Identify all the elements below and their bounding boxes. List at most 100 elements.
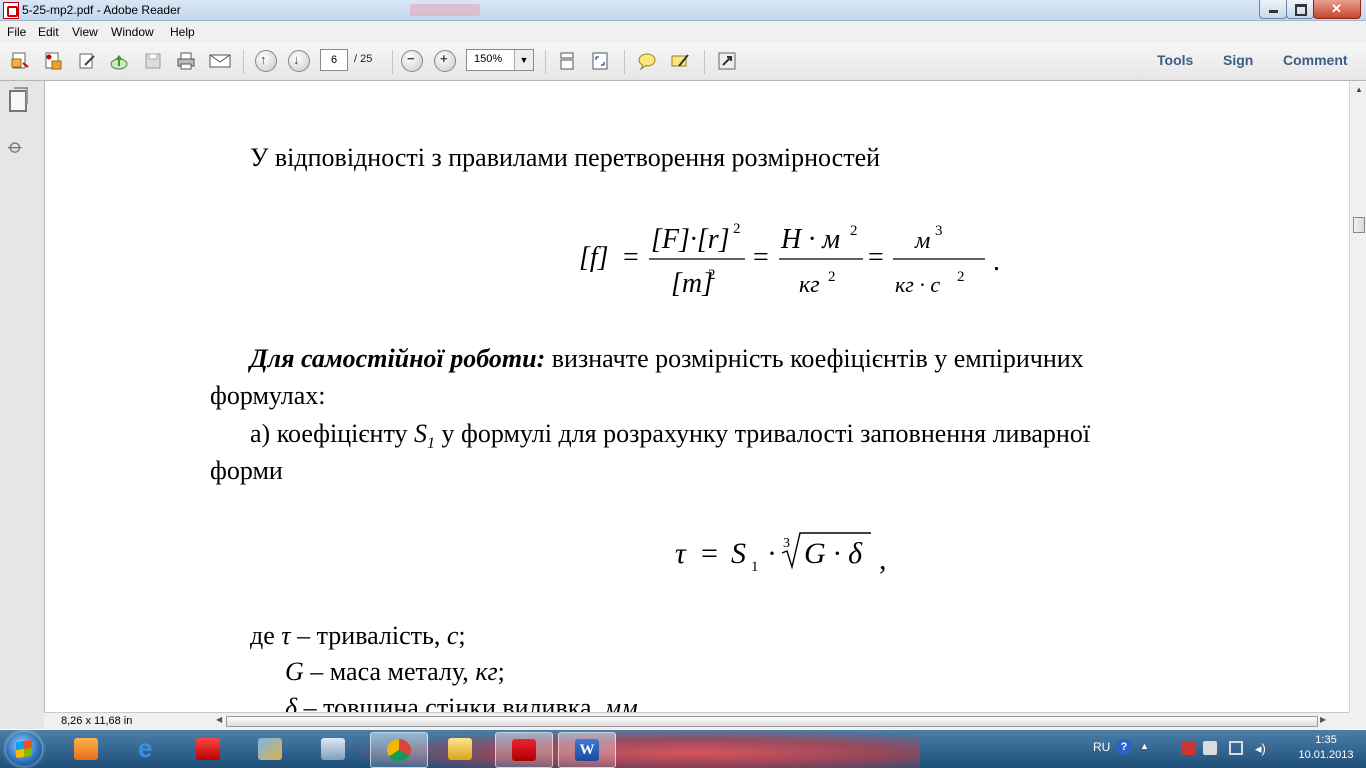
show-hidden-icons-icon[interactable]: ▲ [1140,741,1154,755]
folder-icon [448,738,472,760]
svg-text:1: 1 [751,559,759,575]
sticky-note-icon[interactable] [637,51,657,71]
highlight-text-icon[interactable] [670,51,690,71]
text-line: формулах: [210,381,326,410]
chevron-down-icon[interactable]: ▼ [514,50,533,70]
vertical-scrollbar[interactable]: ▲ [1349,81,1366,712]
toolbar-separator [624,50,625,74]
formula-num1: [F]·[r] [651,224,730,255]
edit-document-icon[interactable] [77,51,97,71]
menu-edit[interactable]: Edit [38,25,59,39]
text-line: Для самостійної роботи: визначте розмірн… [250,344,1084,373]
minus-icon: − [407,51,415,66]
taskbar-chrome[interactable] [370,732,428,768]
page-thumbnails-icon[interactable] [9,87,28,112]
horizontal-scroll-thumb[interactable] [226,716,1318,727]
vertical-scroll-thumb[interactable] [1353,217,1365,233]
formula-den2: кг [799,272,820,298]
formula-den3: кг · с [895,272,940,297]
scroll-right-icon[interactable]: ▶ [1320,715,1326,724]
tools-pane-button[interactable]: Tools [1157,52,1193,68]
minimize-button[interactable] [1259,0,1287,19]
taskbar-word[interactable]: W [558,732,616,768]
clock[interactable]: 1:35 10.01.2013 [1296,733,1356,763]
page-number-input[interactable]: 6 [320,49,348,71]
zoom-in-button[interactable]: + [434,50,456,72]
taskbar-internet-explorer[interactable]: e [122,732,178,766]
taskbar-yandex-browser[interactable] [180,732,236,766]
svg-text:2: 2 [708,267,716,283]
svg-text:3: 3 [783,536,790,551]
menu-help[interactable]: Help [170,25,195,39]
combine-files-icon[interactable] [43,51,63,71]
svg-text:G · δ: G · δ [804,537,863,570]
formula-tau: τ = S 1 · 3 G · δ , [675,532,887,576]
navigation-pane: ⌀ [0,81,45,729]
expand-icon[interactable] [717,51,737,71]
internet-explorer-icon: e [138,733,153,763]
start-button[interactable] [6,732,42,766]
formula-num3: м [914,228,930,254]
paperclip-icon[interactable]: ⌀ [3,133,29,159]
sign-pane-button[interactable]: Sign [1223,52,1253,68]
svg-text:S: S [731,537,746,570]
toolbar-separator [392,50,393,74]
print-icon[interactable] [176,51,196,71]
taskbar-explorer[interactable] [432,732,488,766]
scrolling-mode-icon[interactable] [557,51,577,71]
formula-den1: [m] [671,268,713,299]
language-indicator[interactable]: RU [1093,740,1110,754]
adobe-pdf-icon [3,2,19,19]
next-page-button[interactable]: ↓ [288,50,310,72]
svg-text:2: 2 [850,223,858,239]
page-size-readout: 8,26 x 11,68 in [61,715,133,727]
formula-num2: Н · м [780,224,840,255]
clock-date: 10.01.2013 [1298,749,1354,761]
security-icon[interactable] [1182,741,1196,755]
horizontal-scrollbar[interactable]: ◀ ▶ [214,714,1326,727]
previous-page-button[interactable]: ↑ [255,50,277,72]
fit-page-icon[interactable] [590,51,610,71]
zoom-value: 150% [474,53,503,65]
title-bar-glow [410,4,480,16]
svg-text:,: , [879,543,887,576]
scanner-icon [321,738,345,760]
svg-text:=: = [753,242,769,273]
maximize-icon [1295,4,1307,16]
upload-cloud-icon[interactable] [109,51,129,71]
svg-text:=: = [623,242,639,273]
clock-time: 1:35 [1315,734,1337,746]
close-button[interactable]: ✕ [1313,0,1361,19]
volume-icon[interactable]: ◂) [1255,741,1269,756]
scroll-left-icon[interactable]: ◀ [216,715,222,724]
svg-text:τ: τ [675,537,687,570]
menu-view[interactable]: View [72,25,98,39]
arrow-up-icon: ↑ [260,52,267,67]
menu-window[interactable]: Window [111,25,154,39]
help-icon[interactable]: ? [1116,739,1132,755]
document-page: У відповідності з правилами перетворення… [45,81,1349,712]
create-pdf-icon[interactable] [10,51,30,71]
text-line: а) коефіцієнту S1 у формулі для розрахун… [250,419,1091,453]
text-line: У відповідності з правилами перетворення… [250,143,881,172]
word-icon: W [575,739,599,761]
scroll-up-icon[interactable]: ▲ [1355,85,1363,94]
maximize-button[interactable] [1286,0,1314,19]
taskbar-media-player[interactable] [58,732,114,766]
email-icon[interactable] [209,51,231,71]
device-icon[interactable] [1203,741,1217,755]
scroll-corner [1349,712,1366,729]
page-total: / 25 [354,53,373,65]
taskbar-adobe-reader[interactable] [495,732,553,768]
taskbar-scanner[interactable] [305,732,361,766]
taskbar-tools[interactable] [242,732,298,766]
zoom-out-button[interactable]: − [401,50,423,72]
network-icon[interactable] [1229,741,1243,755]
text-line: форми [210,456,283,485]
zoom-select[interactable]: 150% ▼ [466,49,534,71]
save-icon[interactable] [143,51,163,71]
plus-icon: + [440,51,448,66]
menu-file[interactable]: File [7,25,26,39]
comment-pane-button[interactable]: Comment [1283,52,1348,68]
text-line: де τ – тривалість, с; [250,621,466,650]
